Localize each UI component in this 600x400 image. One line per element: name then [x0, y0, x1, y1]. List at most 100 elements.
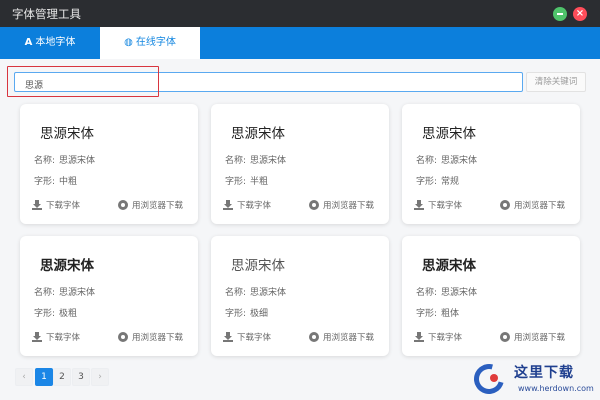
download-font-button[interactable]: 下载字体	[32, 331, 80, 343]
style-label: 字形:	[225, 309, 247, 319]
search-box	[14, 72, 523, 94]
font-style-row: 字形: 极细	[225, 306, 268, 319]
font-title: 思源宋体	[231, 258, 285, 274]
font-name-row: 名称: 思源宋体	[416, 153, 477, 166]
download-icon	[32, 332, 42, 342]
name-label: 名称:	[416, 288, 438, 298]
browser-icon	[118, 200, 128, 210]
download-icon	[414, 332, 424, 342]
browser-icon	[309, 200, 319, 210]
style-label: 字形:	[34, 177, 56, 187]
font-title: 思源宋体	[40, 126, 94, 142]
browser-download-button[interactable]: 用浏览器下载	[309, 199, 374, 211]
download-label: 下载字体	[46, 333, 81, 343]
name-value: 思源宋体	[59, 288, 96, 298]
download-label: 下载字体	[237, 201, 272, 211]
download-label: 下载字体	[428, 333, 463, 343]
browser-download-label: 用浏览器下载	[514, 201, 566, 211]
font-style-row: 字形: 粗体	[416, 306, 459, 319]
close-button[interactable]: ×	[573, 7, 587, 21]
style-value: 粗体	[441, 309, 460, 319]
browser-icon	[309, 332, 319, 342]
browser-download-label: 用浏览器下载	[514, 333, 566, 343]
style-value: 极细	[250, 309, 269, 319]
browser-download-button[interactable]: 用浏览器下载	[118, 331, 183, 343]
page-button-2[interactable]: 2	[53, 368, 71, 386]
font-title: 思源宋体	[231, 126, 285, 142]
browser-icon	[118, 332, 128, 342]
dot-icon	[490, 374, 498, 382]
browser-download-button[interactable]: 用浏览器下载	[309, 331, 374, 343]
download-font-button[interactable]: 下载字体	[414, 331, 462, 343]
download-icon	[223, 332, 233, 342]
style-value: 中粗	[59, 177, 78, 187]
browser-download-label: 用浏览器下载	[132, 201, 184, 211]
font-title: 思源宋体	[422, 126, 476, 142]
app-window: 字体管理工具 × A本地字体 ◍在线字体 清除关键词 思源宋体 名称:思源宋体 …	[0, 0, 600, 400]
style-label: 字形:	[225, 177, 247, 187]
browser-download-button[interactable]: 用浏览器下载	[500, 331, 565, 343]
clear-keyword-button[interactable]: 清除关键词	[526, 72, 586, 92]
font-style-row: 字形: 常规	[416, 174, 459, 187]
font-name-row: 名称: 思源宋体	[225, 153, 286, 166]
download-font-button[interactable]: 下载字体	[223, 199, 271, 211]
tab-bar: A 本地字体 ◍ 在线字体	[0, 27, 600, 59]
font-card[interactable]: 思源宋体 名称: 思源宋体 字形: 半粗 下载字体 用浏览器下载	[211, 104, 389, 224]
font-style-row: 字形: 半粗	[225, 174, 268, 187]
minimize-button[interactable]	[553, 7, 567, 21]
name-value: 思源宋体	[441, 288, 478, 298]
download-font-button[interactable]: 下载字体	[414, 199, 462, 211]
search-input[interactable]	[15, 75, 522, 94]
browser-icon	[500, 332, 510, 342]
download-icon	[223, 200, 233, 210]
download-label: 下载字体	[428, 201, 463, 211]
name-label: 名称:	[225, 288, 247, 298]
download-icon	[414, 200, 424, 210]
font-title: 思源宋体	[40, 258, 94, 274]
font-card[interactable]: 思源宋体 名称: 思源宋体 字形: 极粗 下载字体 用浏览器下载	[20, 236, 198, 356]
browser-download-button[interactable]: 用浏览器下载	[118, 199, 183, 211]
font-style-row: 字形: 极粗	[34, 306, 77, 319]
font-name-row: 名称: 思源宋体	[34, 285, 95, 298]
close-icon: ×	[575, 8, 585, 19]
style-value: 半粗	[250, 177, 269, 187]
globe-icon: ◍	[124, 37, 133, 48]
name-value: 思源宋体	[59, 156, 96, 166]
browser-icon	[500, 200, 510, 210]
font-card[interactable]: 思源宋体 名称: 思源宋体 字形: 中粗 下载字体 用浏览器下载	[20, 104, 198, 224]
page-button-3[interactable]: 3	[72, 368, 90, 386]
download-font-button[interactable]: 下载字体	[32, 199, 80, 211]
tab-local-fonts[interactable]: A 本地字体	[0, 27, 100, 59]
watermark-url: www.herdown.com	[518, 384, 594, 393]
browser-download-label: 用浏览器下载	[323, 201, 375, 211]
name-label: 名称:	[34, 288, 56, 298]
name-value: 思源宋体	[250, 156, 287, 166]
tab-label: 在线字体	[135, 37, 176, 48]
font-name-row: 名称: 思源宋体	[225, 285, 286, 298]
prev-page-button[interactable]: ‹	[15, 368, 33, 386]
style-label: 字形:	[34, 309, 56, 319]
title-bar: 字体管理工具 ×	[0, 0, 600, 27]
font-style-row: 字形: 中粗	[34, 174, 77, 187]
style-label: 字形:	[416, 177, 438, 187]
style-label: 字形:	[416, 309, 438, 319]
page-button-1[interactable]: 1	[35, 368, 53, 386]
browser-download-button[interactable]: 用浏览器下载	[500, 199, 565, 211]
font-name-row: 名称: 思源宋体	[416, 285, 477, 298]
watermark-logo: 这里下载 www.herdown.com	[468, 358, 596, 400]
font-card[interactable]: 思源宋体 名称: 思源宋体 字形: 极细 下载字体 用浏览器下载	[211, 236, 389, 356]
next-page-button[interactable]: ›	[91, 368, 109, 386]
font-card[interactable]: 思源宋体 名称: 思源宋体 字形: 粗体 下载字体 用浏览器下载	[402, 236, 580, 356]
download-font-button[interactable]: 下载字体	[223, 331, 271, 343]
font-icon: A	[24, 37, 33, 48]
name-value: 思源宋体	[250, 288, 287, 298]
name-label: 名称:	[225, 156, 247, 166]
font-title: 思源宋体	[422, 258, 476, 274]
download-label: 下载字体	[237, 333, 272, 343]
browser-download-label: 用浏览器下载	[323, 333, 375, 343]
name-label: 名称:	[416, 156, 438, 166]
download-label: 下载字体	[46, 201, 81, 211]
name-label: 名称:	[34, 156, 56, 166]
tab-online-fonts[interactable]: ◍ 在线字体	[100, 27, 200, 59]
font-card[interactable]: 思源宋体 名称: 思源宋体 字形: 常规 下载字体 用浏览器下载	[402, 104, 580, 224]
